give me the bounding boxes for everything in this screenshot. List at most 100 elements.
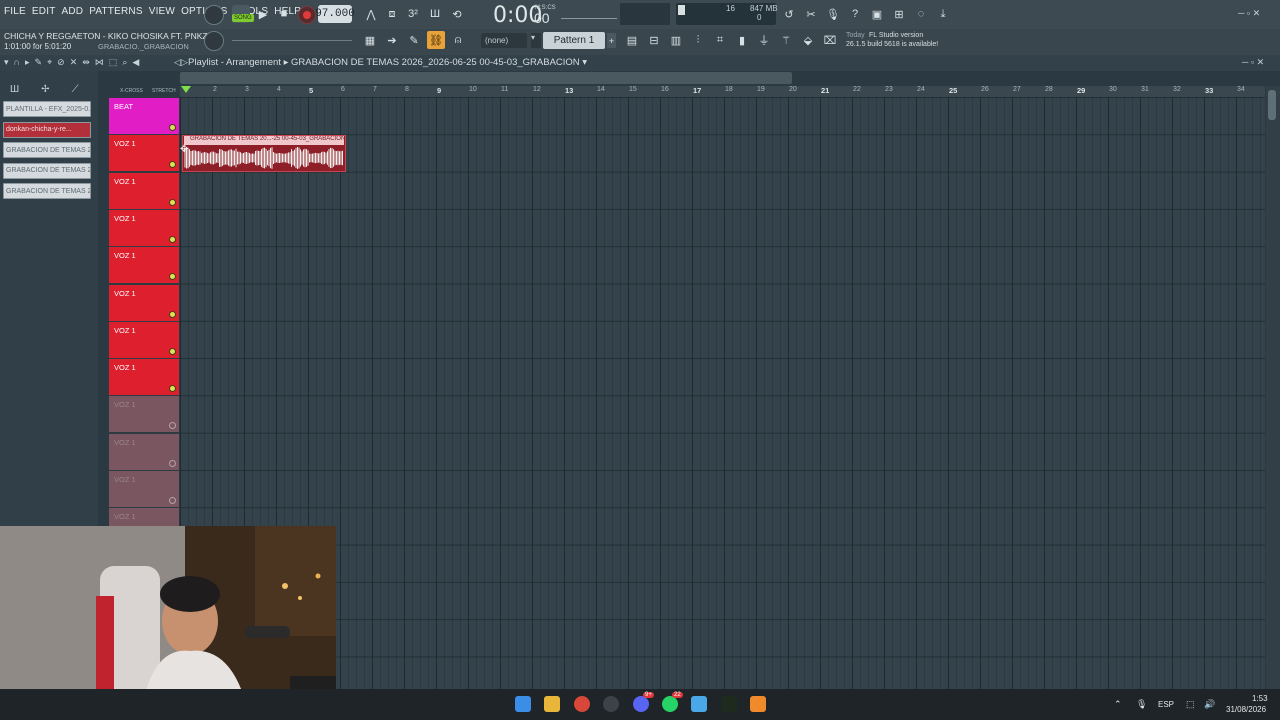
mixer-icon[interactable]: ⊞ [890, 5, 908, 23]
stretch-toggle[interactable]: STRETCH [152, 88, 176, 94]
speaker-icon[interactable]: ◀ [132, 57, 139, 68]
chat-icon[interactable]: ◌ [912, 5, 930, 23]
fl-studio-icon[interactable] [750, 696, 766, 712]
clock-time[interactable]: 1:53 [1252, 694, 1268, 703]
track-enable-icon[interactable] [169, 310, 176, 318]
record-button[interactable] [298, 6, 316, 24]
faders-icon[interactable]: ⫶ [689, 31, 707, 49]
browser-icon[interactable]: ⌗ [711, 31, 729, 49]
window-controls[interactable]: ─ ▫ ✕ [1238, 8, 1260, 19]
menu-view[interactable]: VIEW [149, 6, 175, 17]
magnet-icon[interactable]: ∩ [14, 57, 20, 68]
wand-icon[interactable]: ⚚ [777, 31, 795, 49]
language-indicator[interactable]: ESP [1158, 700, 1174, 709]
mute-icon[interactable]: ✕ [70, 57, 78, 68]
countdown-icon[interactable]: 3² [404, 5, 422, 23]
paint-icon[interactable]: ⌖ [47, 57, 52, 68]
track-header[interactable]: VOZ 1 [109, 321, 179, 358]
clip-list-item[interactable]: GRABACION DE TEMAS 202... [3, 183, 91, 200]
undo-icon[interactable]: ↺ [780, 5, 798, 23]
whatsapp-icon[interactable] [662, 696, 678, 712]
track-header[interactable]: VOZ 1 [109, 396, 179, 433]
audio-picker-icon[interactable]: ✢ [41, 84, 49, 95]
track-header[interactable]: VOZ 1 [109, 471, 179, 507]
save-icon[interactable]: ▣ [868, 5, 886, 23]
pattern-picker-icon[interactable]: Ш [10, 84, 19, 95]
audio-clip-title[interactable]: GRABACION DE TEMAS 20...-25 00-45-03_GRA… [184, 136, 344, 145]
network-icon[interactable]: ⬚ [1186, 699, 1195, 710]
pencil-icon[interactable]: ✎ [405, 31, 423, 49]
menu-add[interactable]: ADD [62, 6, 84, 17]
tray-chevron-icon[interactable]: ⌃ [1114, 699, 1122, 710]
position-slider[interactable] [232, 40, 352, 41]
step-edit-icon[interactable]: Ш [426, 5, 444, 23]
select-icon[interactable]: ⬚ [109, 57, 118, 68]
vertical-scroll-thumb[interactable] [1268, 90, 1276, 120]
pitch-knob[interactable] [204, 31, 224, 51]
track-header[interactable]: VOZ 1 [109, 135, 179, 172]
slip-icon[interactable]: ⇹ [82, 57, 90, 68]
track-enable-icon[interactable] [169, 161, 176, 169]
clip-list-item[interactable]: donkan-chicha-y-re... [3, 121, 91, 138]
track-header[interactable]: BEAT [109, 98, 179, 134]
menu-file[interactable]: FILE [4, 6, 26, 17]
plugin-picker-icon[interactable]: ⬙ [799, 31, 817, 49]
chevron-down-icon[interactable]: ▾ [4, 57, 9, 68]
zoom-icon[interactable]: ⌕ [122, 57, 127, 68]
pencil-icon[interactable]: ✎ [35, 57, 43, 68]
editor-icon[interactable] [721, 696, 737, 712]
snap-selector[interactable]: (none) [481, 33, 527, 48]
news-body[interactable]: 26.1.5 build 5618 is available! [846, 41, 938, 48]
track-enable-icon[interactable] [169, 198, 176, 206]
track-header[interactable]: VOZ 1 [109, 172, 179, 209]
notepad-icon[interactable] [691, 696, 707, 712]
news-title[interactable]: FL Studio version [869, 32, 923, 39]
start-icon[interactable] [515, 696, 531, 712]
playlist-window-controls[interactable]: ─ ▫ ✕ [1242, 57, 1264, 68]
chevron-right-icon[interactable]: ▸ [25, 57, 30, 68]
xcross-toggle[interactable]: X-CROSS [120, 88, 143, 94]
track-enable-icon[interactable] [169, 497, 176, 504]
playlist-grid[interactable] [180, 97, 1265, 689]
track-header[interactable]: VOZ 1 [109, 359, 179, 396]
track-enable-icon[interactable] [169, 124, 176, 131]
help-icon[interactable]: ? [846, 5, 864, 23]
download-icon[interactable]: ⤓ [934, 5, 952, 23]
track-enable-icon[interactable] [169, 347, 176, 355]
cut-icon[interactable]: ✂ [802, 5, 820, 23]
loop-record-icon[interactable]: ⟲ [448, 5, 466, 23]
track-header[interactable]: VOZ 1 [109, 209, 179, 246]
track-enable-icon[interactable] [169, 385, 176, 393]
menu-patterns[interactable]: PATTERNS [89, 6, 142, 17]
metronome-icon[interactable]: ⋀ [362, 5, 380, 23]
tempo-display[interactable]: 97.000 [315, 5, 355, 23]
track-enable-icon[interactable] [169, 273, 176, 281]
playlist-title[interactable]: Playlist - Arrangement ▸ GRABACION DE TE… [188, 57, 587, 68]
play-icon[interactable]: ▶ [254, 5, 272, 23]
clip-list-item[interactable]: PLANTILLA - EFX_2025-0... [3, 101, 91, 117]
chevron-down-icon[interactable]: ▾ [531, 33, 541, 48]
pattern-selector[interactable]: Pattern 1 [543, 32, 605, 49]
arrangement-name[interactable]: GRABACION DE TEMAS 2026_2026-06-25 00-45… [291, 57, 580, 68]
track-enable-icon[interactable] [169, 422, 176, 430]
vertical-scrollbar[interactable] [1266, 86, 1280, 689]
main-volume-knob[interactable] [204, 5, 224, 25]
arrow-icon[interactable]: ➔ [383, 31, 401, 49]
master-pitch-slider[interactable] [561, 8, 617, 19]
mixer-window-icon[interactable]: ▥ [667, 31, 685, 49]
playlist-icon[interactable]: ◁▷ [174, 57, 188, 68]
plugin-icon[interactable]: ⏚ [755, 31, 773, 49]
track-header[interactable]: VOZ 1 [109, 284, 179, 321]
delete-icon[interactable]: ⊘ [57, 57, 65, 68]
horizontal-scrollbar[interactable] [180, 72, 792, 84]
clip-list-item[interactable]: GRABACION DE TEMAS 202... [3, 142, 91, 159]
discord-icon[interactable] [633, 696, 649, 712]
stop-icon[interactable]: ■ [275, 5, 293, 23]
wait-input-icon[interactable]: ⧈ [383, 5, 401, 23]
playlist-icon[interactable]: ▤ [623, 31, 641, 49]
clock-date[interactable]: 31/08/2026 [1226, 705, 1266, 714]
track-enable-icon[interactable] [169, 459, 176, 467]
cart-icon[interactable]: ⌧ [821, 31, 839, 49]
playhead-marker[interactable] [181, 86, 191, 93]
mic-tray-icon[interactable]: 🎙 [1136, 699, 1147, 710]
